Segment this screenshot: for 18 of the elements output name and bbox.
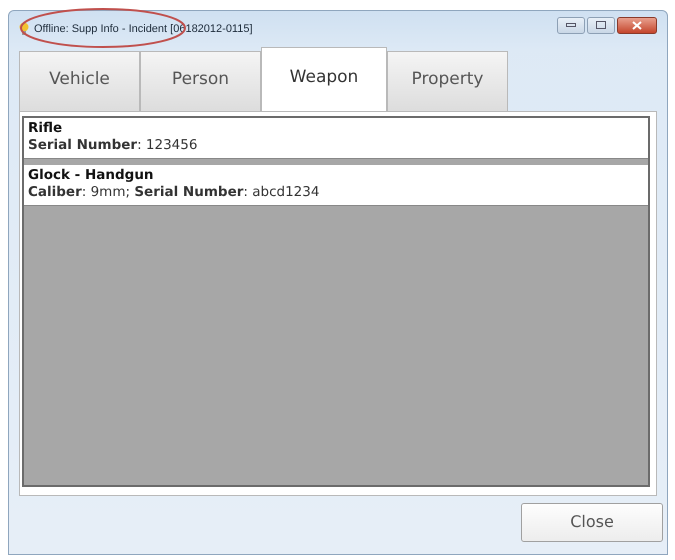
tab[interactable]: Person xyxy=(140,51,261,111)
tab[interactable]: Property xyxy=(387,51,508,111)
bulb-icon xyxy=(19,22,29,36)
minimize-icon xyxy=(566,23,576,27)
entry-details: Caliber: 9mm; Serial Number: abcd1234 xyxy=(28,184,320,201)
close-icon xyxy=(632,20,642,30)
tab[interactable]: Vehicle xyxy=(19,51,140,111)
entry-title: Rifle xyxy=(28,120,64,137)
entry-title: Glock - Handgun xyxy=(28,167,155,184)
list-entry[interactable]: Glock - Handgun Caliber: 9mm; Serial Number: abcd1234 xyxy=(24,165,648,206)
list-entry[interactable]: Rifle Serial Number: 123456 xyxy=(24,118,648,159)
entry-details: Serial Number: 123456 xyxy=(28,137,198,154)
close-button[interactable]: Close xyxy=(521,502,663,542)
maximize-button[interactable] xyxy=(587,16,615,34)
close-window-button[interactable] xyxy=(617,16,657,34)
maximize-icon xyxy=(596,21,606,29)
minimize-button[interactable] xyxy=(557,16,585,34)
tab[interactable]: Weapon xyxy=(261,47,387,111)
